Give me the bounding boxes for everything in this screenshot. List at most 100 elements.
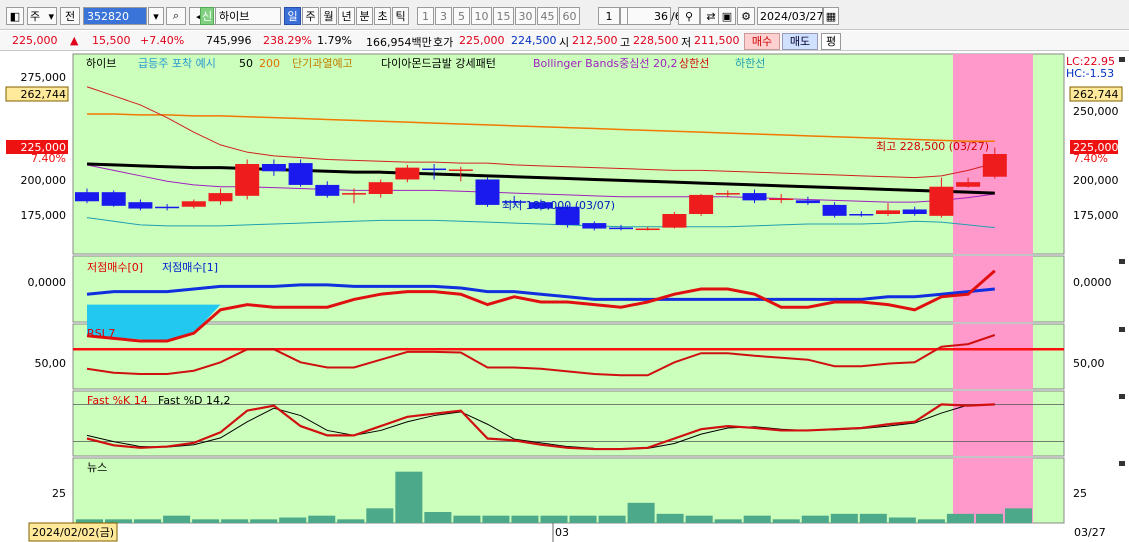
search-icon[interactable]: ⌕: [166, 7, 186, 25]
timeframe-6[interactable]: 틱: [392, 7, 409, 25]
interval-3[interactable]: 3: [435, 7, 452, 25]
code-dropdown-icon[interactable]: ▾: [148, 7, 164, 25]
legend-upper: 상한선: [679, 57, 709, 70]
news-bar: [76, 519, 104, 523]
news-bar: [917, 519, 945, 523]
legend-stock: 하이브: [86, 56, 116, 70]
candle-body: [315, 184, 340, 196]
news-bar: [105, 519, 133, 523]
candle-body: [822, 204, 847, 216]
news-bar: [221, 519, 249, 523]
y-tick-200000: 200,000: [21, 174, 67, 187]
y-tick-175000: 175,000: [21, 209, 67, 222]
date-input[interactable]: 2024/03/27: [757, 7, 823, 25]
price-change-pct: +7.40%: [140, 34, 185, 47]
news-bar: [859, 513, 887, 523]
volume-ratio: 238.29%: [263, 34, 312, 47]
candle-body: [101, 192, 126, 206]
open-price: 212,500: [572, 34, 618, 47]
legend-rsi: RSI 7: [87, 327, 115, 340]
credit-badge: 신: [200, 7, 214, 25]
interval-1[interactable]: 1: [417, 7, 434, 25]
interval-30[interactable]: 30: [515, 7, 536, 25]
news-bar: [685, 515, 713, 523]
right-y-tick-rsi: 50,00: [1073, 357, 1105, 370]
hc-value: HC:-1.53: [1066, 67, 1114, 80]
candle-body: [75, 192, 99, 202]
panel-menu-icon-lowpoint: [1119, 259, 1125, 264]
news-bar: [569, 515, 597, 523]
candle-body: [769, 198, 794, 201]
price-change: 15,500: [92, 34, 131, 47]
news-bar: [511, 515, 539, 523]
interval-15[interactable]: 15: [493, 7, 514, 25]
candle-body: [689, 194, 714, 214]
timeframe-2[interactable]: 월: [320, 7, 337, 25]
news-bar: [830, 513, 858, 523]
candle-body: [155, 206, 180, 209]
calendar-icon[interactable]: ▦: [823, 7, 839, 25]
gear-icon[interactable]: ⚙: [737, 7, 755, 25]
save-icon[interactable]: ▣: [718, 7, 736, 25]
chevron-down-icon: ▾: [48, 9, 54, 23]
sell-button[interactable]: 매도: [782, 33, 818, 50]
stock-chart[interactable]: 하이브 급등주 포착 예시 50 200 단기과열예고 다이아몬드금발 강세패턴…: [0, 51, 1129, 542]
panel-menu-icon-news: [1119, 461, 1125, 466]
timeframe-5[interactable]: 초: [374, 7, 391, 25]
period-toggle[interactable]: 전: [60, 7, 80, 25]
news-bar: [1004, 508, 1032, 523]
news-bar: [482, 515, 510, 523]
panels-layer: [72, 53, 1125, 542]
y-tick-275000: 275,000: [21, 71, 67, 84]
interval-45[interactable]: 45: [537, 7, 558, 25]
candle-body: [582, 223, 607, 229]
layout-icon[interactable]: ◧: [6, 7, 24, 25]
low-price: 211,500: [694, 34, 740, 47]
candle-body: [876, 210, 900, 214]
quote-bar: 225,000 ▲ 15,500 +7.40% 745,996 238.29% …: [0, 31, 1129, 51]
news-bar: [424, 512, 452, 523]
pin-icon[interactable]: ⚲: [678, 7, 700, 25]
code-input[interactable]: 352820: [83, 7, 147, 25]
interval-5[interactable]: 5: [453, 7, 470, 25]
news-bar: [250, 519, 278, 523]
average-button[interactable]: 평: [821, 33, 841, 50]
x-month-label: 03: [555, 526, 569, 539]
news-bar: [656, 513, 684, 523]
candle-body: [609, 227, 633, 230]
left-price-pct: 7.40%: [31, 152, 66, 165]
news-bar: [395, 471, 423, 523]
timeframe-1[interactable]: 주: [302, 7, 319, 25]
timeframe-0[interactable]: 일: [284, 7, 301, 25]
candle-body: [342, 193, 366, 195]
count-input[interactable]: 36: [627, 7, 671, 25]
panel-menu-icon-price: [1119, 57, 1125, 62]
y-tick-lowpoint: 0,0000: [28, 276, 67, 289]
market-select[interactable]: 주 ▾: [27, 7, 57, 25]
up-arrow-icon: ▲: [70, 34, 79, 47]
right-price-pct: 7.40%: [1073, 152, 1108, 165]
panel-menu-icon-stoch: [1119, 394, 1125, 399]
trade-amount: 166,954백만: [366, 36, 432, 49]
interval-dropdown[interactable]: 1: [598, 7, 620, 25]
panel-lowpoint: [72, 255, 1065, 323]
right-y-tick-news: 25: [1073, 487, 1087, 500]
news-bar: [743, 515, 771, 523]
timeframe-3[interactable]: 년: [338, 7, 355, 25]
right-crosshair-value: 262,744: [1073, 88, 1119, 101]
buy-button[interactable]: 매수: [744, 33, 780, 50]
candle-body: [662, 214, 687, 228]
bid-label: 호가: [433, 36, 454, 49]
news-bar: [714, 519, 742, 523]
x-right-date: 03/27: [1074, 526, 1106, 539]
interval-60[interactable]: 60: [559, 7, 580, 25]
high-price: 228,500: [633, 34, 679, 47]
timeframe-4[interactable]: 분: [356, 7, 373, 25]
news-bar: [801, 515, 829, 523]
left-crosshair-value: 262,744: [21, 88, 67, 101]
highlight-rsi: [953, 324, 1033, 389]
stock-name: 하이브: [215, 7, 281, 25]
news-bar: [598, 515, 626, 523]
interval-10[interactable]: 10: [471, 7, 492, 25]
legend-ma200: 200: [259, 57, 280, 70]
